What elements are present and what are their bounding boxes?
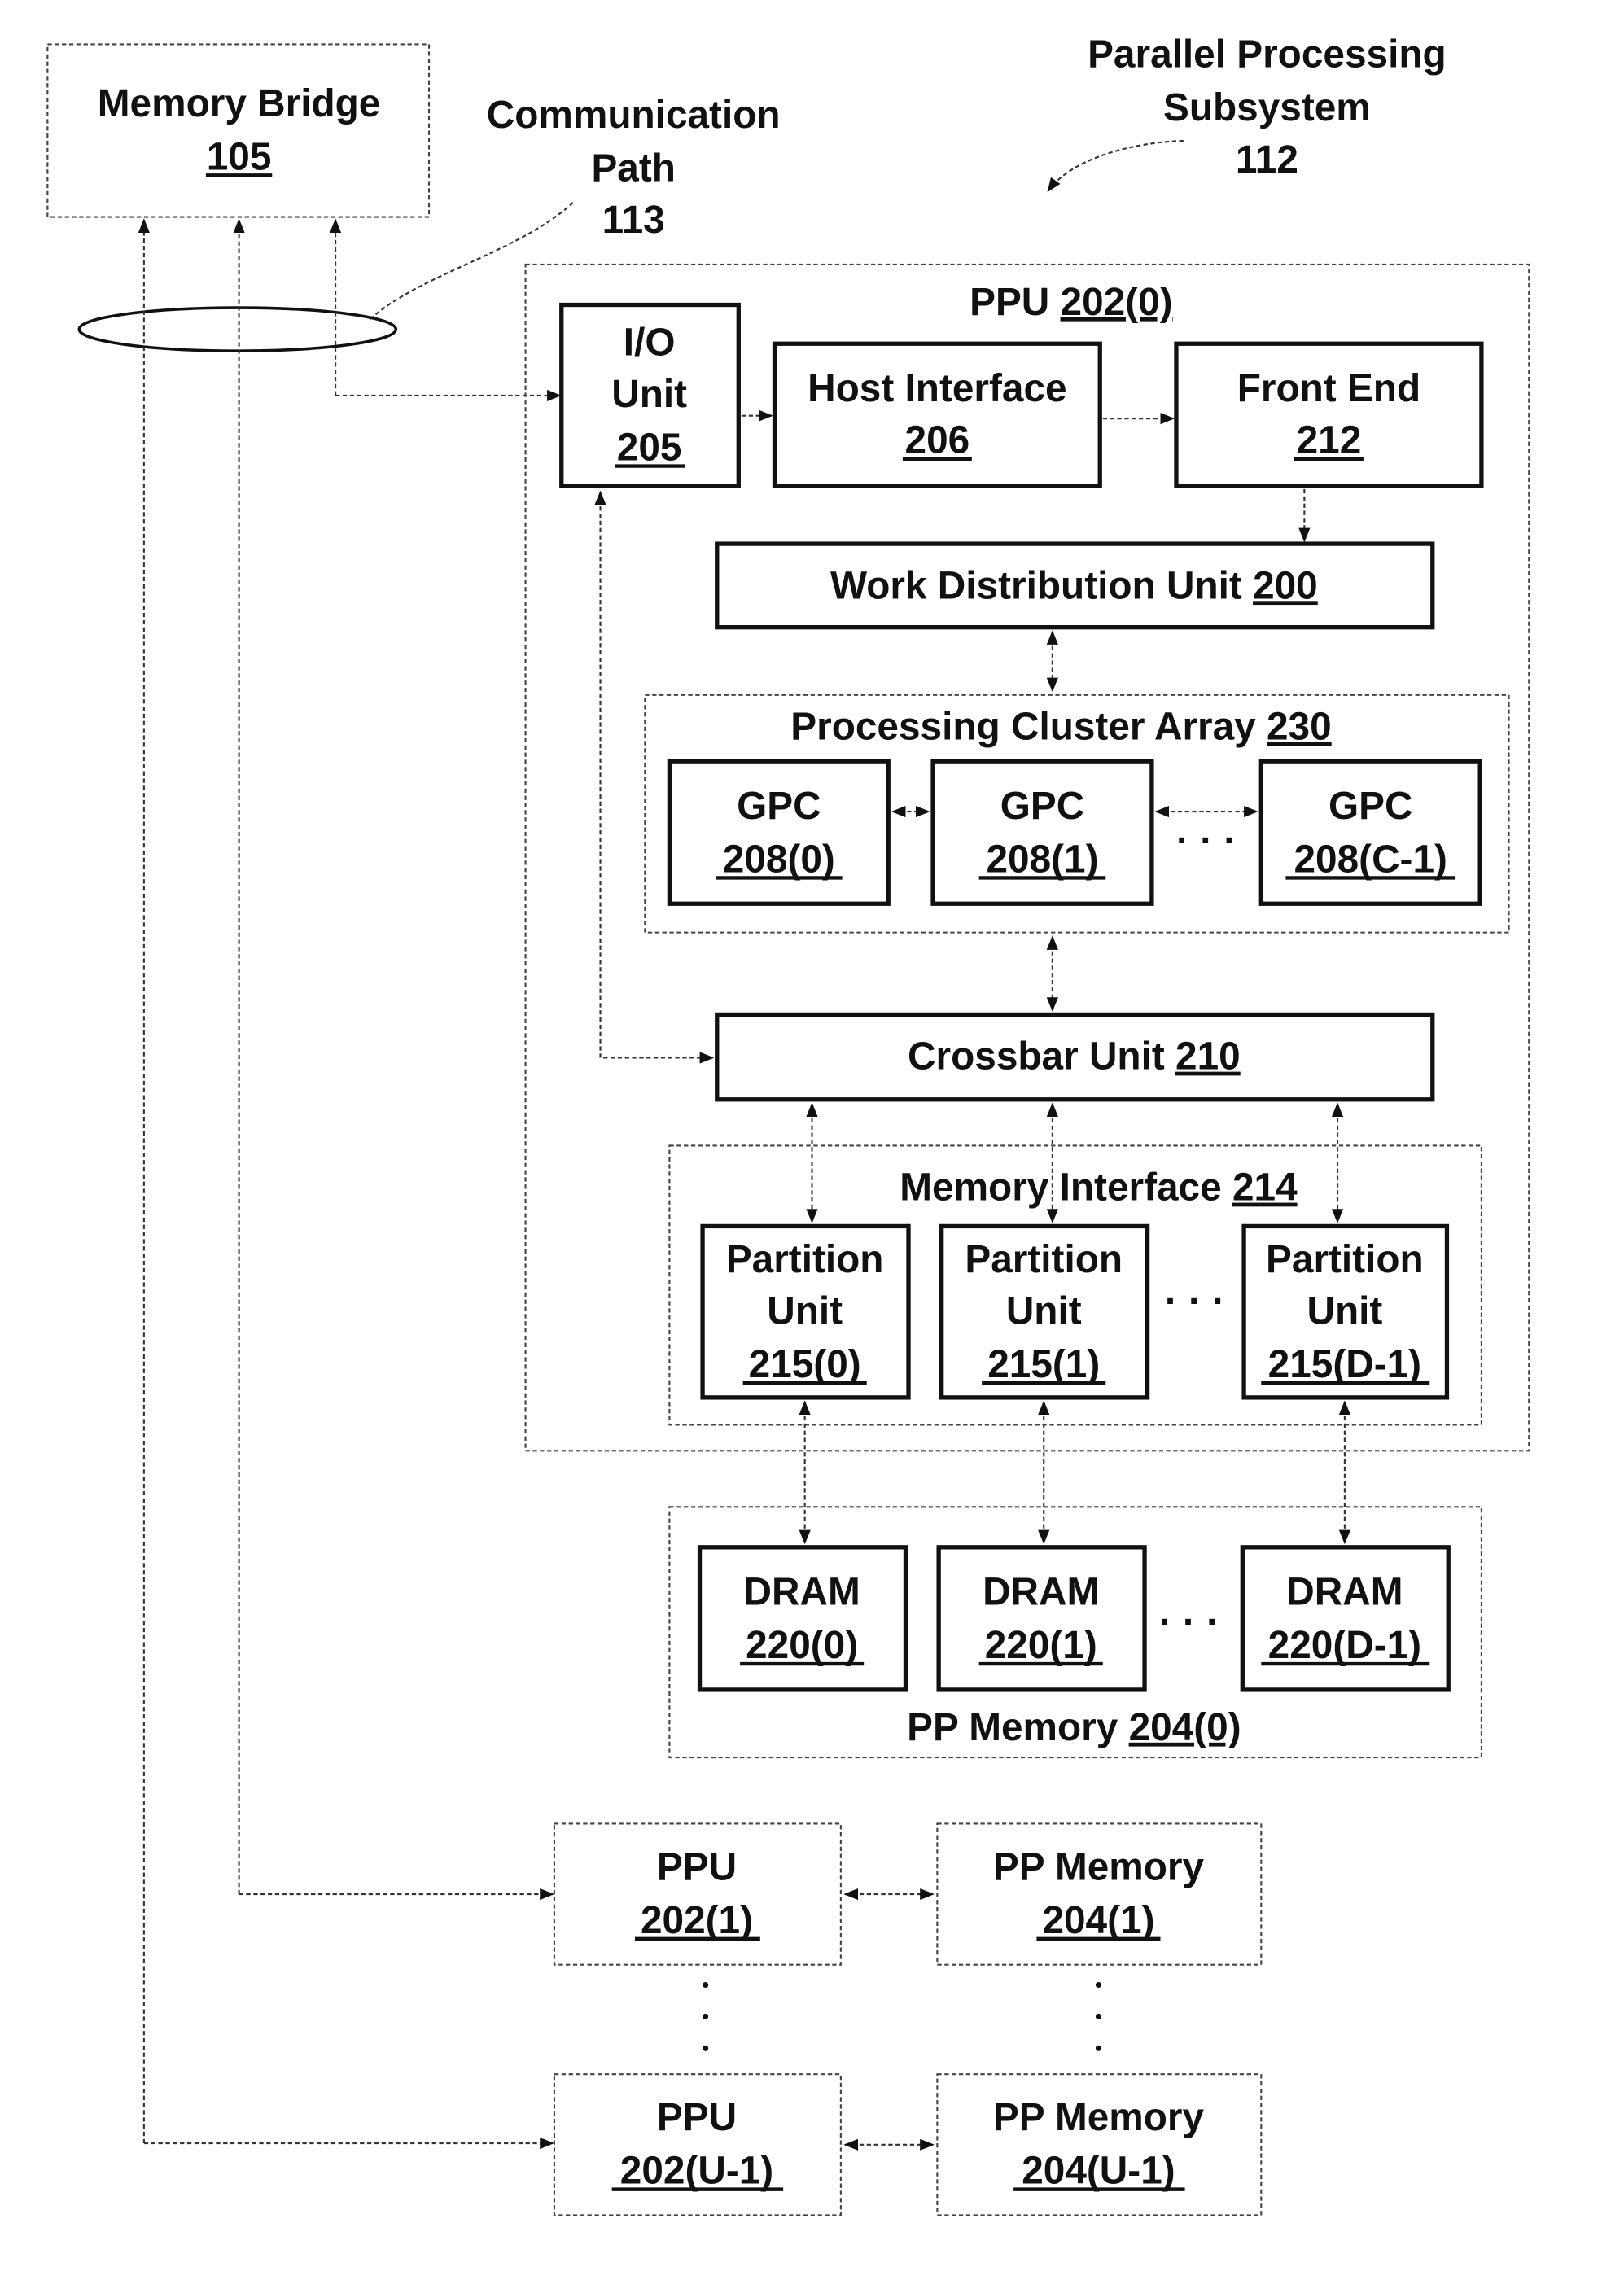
memory-bridge-box[interactable]: Memory Bridge 105 xyxy=(46,43,431,218)
ppu0-label: PPU 202(0) xyxy=(970,281,1172,324)
ppu1-label: PPU xyxy=(657,1845,737,1888)
io-unit-line2: Unit xyxy=(611,373,687,416)
host-interface-label: Host Interface xyxy=(808,367,1066,410)
crossbar-label: Crossbar Unit 210 xyxy=(908,1035,1241,1079)
comm-path-line2: Path xyxy=(591,147,675,190)
pp-memory1-label: PP Memory xyxy=(993,1845,1205,1888)
ppu-block-diagram: Parallel Processing Subsystem 112 Memory… xyxy=(46,33,1530,2216)
ppuU-ref: 202(U-1) xyxy=(620,2150,773,2193)
work-distribution-unit-box[interactable]: Work Distribution Unit 200 xyxy=(715,541,1435,630)
partition-ref: 215(1) xyxy=(987,1343,1100,1386)
host-interface-box[interactable]: Host Interface 206 xyxy=(772,341,1102,489)
subsystem-pointer-arrow xyxy=(1047,139,1184,193)
io-unit-box[interactable]: I/O Unit 205 xyxy=(559,302,741,489)
dram-label: DRAM xyxy=(1286,1571,1403,1614)
gpc-label: GPC xyxy=(1329,785,1412,828)
communication-path-label: Communication Path 113 xyxy=(368,94,781,322)
partition-line2: Unit xyxy=(1006,1290,1082,1333)
partition-ref: 215(D-1) xyxy=(1268,1343,1421,1386)
memory-interface-label: Memory Interface 214 xyxy=(900,1166,1298,1210)
comm-path-ref: 113 xyxy=(602,199,665,242)
front-end-ref: 212 xyxy=(1297,419,1362,462)
pp-memory1-box[interactable]: PP Memory 204(1) xyxy=(936,1822,1263,1966)
dram-ref: 220(D-1) xyxy=(1268,1624,1421,1667)
subsystem-label-ref: 112 xyxy=(1236,138,1298,182)
gpc-ref: 208(0) xyxy=(723,838,835,881)
gpc-label: GPC xyxy=(737,785,821,828)
pp-memoryU-label: PP Memory xyxy=(993,2096,1205,2139)
ppuU-box[interactable]: PPU 202(U-1) xyxy=(553,2073,842,2216)
dram-box-2[interactable]: DRAM 220(D-1) xyxy=(1240,1545,1451,1692)
dram-ellipsis: · · · xyxy=(1159,1601,1219,1644)
ppmem-vertical-ellipsis xyxy=(1095,1981,1101,2051)
partition-line1: Partition xyxy=(726,1238,884,1281)
pp-memoryU-box[interactable]: PP Memory 204(U-1) xyxy=(936,2073,1263,2216)
partition-unit-box-2[interactable]: Partition Unit 215(D-1) xyxy=(1241,1223,1450,1400)
ppu-vertical-ellipsis xyxy=(703,1981,709,2051)
gpc-ellipsis: · · · xyxy=(1176,819,1237,862)
partition-line1: Partition xyxy=(965,1238,1123,1281)
memory-bridge-label: Memory Bridge xyxy=(98,82,381,125)
comm-path-leader xyxy=(368,202,574,322)
gpc-box-2[interactable]: GPC 208(C-1) xyxy=(1258,759,1482,906)
communication-path-ellipse xyxy=(77,306,398,352)
gpc-label: GPC xyxy=(1000,785,1084,828)
pca-label: Processing Cluster Array 230 xyxy=(790,706,1331,749)
gpc-box-0[interactable]: GPC 208(0) xyxy=(667,759,891,906)
ppu1-box[interactable]: PPU 202(1) xyxy=(553,1822,842,1966)
pp-memoryU-ref: 204(U-1) xyxy=(1022,2150,1175,2193)
subsystem-label: Parallel Processing Subsystem 112 xyxy=(1047,33,1447,193)
partition-line1: Partition xyxy=(1266,1238,1424,1281)
io-unit-line1: I/O xyxy=(624,321,676,364)
subsystem-label-line1: Parallel Processing xyxy=(1088,33,1447,77)
memory-bridge-ref: 105 xyxy=(207,135,272,178)
ppuU-label: PPU xyxy=(657,2096,737,2139)
partition-ref: 215(0) xyxy=(749,1343,861,1386)
partition-ellipsis: · · · xyxy=(1165,1280,1225,1323)
host-interface-ref: 206 xyxy=(905,419,970,462)
gpc-ref: 208(1) xyxy=(986,838,1098,881)
crossbar-unit-box[interactable]: Crossbar Unit 210 xyxy=(715,1012,1435,1102)
dram-ref: 220(0) xyxy=(746,1624,858,1667)
comm-path-line1: Communication xyxy=(487,94,781,137)
pp-memory0-label: PP Memory 204(0) xyxy=(907,1706,1241,1749)
dram-ref: 220(1) xyxy=(985,1624,1097,1667)
pp-memory1-ref: 204(1) xyxy=(1042,1899,1154,1942)
dram-label: DRAM xyxy=(744,1571,860,1614)
io-unit-ref: 205 xyxy=(617,427,682,470)
dram-label: DRAM xyxy=(983,1571,1099,1614)
partition-unit-box-0[interactable]: Partition Unit 215(0) xyxy=(700,1223,911,1400)
dram-box-1[interactable]: DRAM 220(1) xyxy=(936,1545,1147,1692)
work-distribution-label: Work Distribution Unit 200 xyxy=(830,564,1318,607)
partition-line2: Unit xyxy=(767,1290,843,1333)
partition-unit-box-1[interactable]: Partition Unit 215(1) xyxy=(939,1223,1150,1400)
io-crossbar-arrow xyxy=(594,490,715,1064)
dram-box-0[interactable]: DRAM 220(0) xyxy=(697,1545,908,1692)
front-end-box[interactable]: Front End 212 xyxy=(1174,341,1484,489)
partition-line2: Unit xyxy=(1307,1290,1382,1333)
front-end-label: Front End xyxy=(1237,367,1420,410)
ppu1-ref: 202(1) xyxy=(641,1899,753,1942)
gpc-ref: 208(C-1) xyxy=(1294,838,1447,881)
subsystem-label-line2: Subsystem xyxy=(1163,86,1371,129)
gpc-box-1[interactable]: GPC 208(1) xyxy=(930,759,1154,906)
